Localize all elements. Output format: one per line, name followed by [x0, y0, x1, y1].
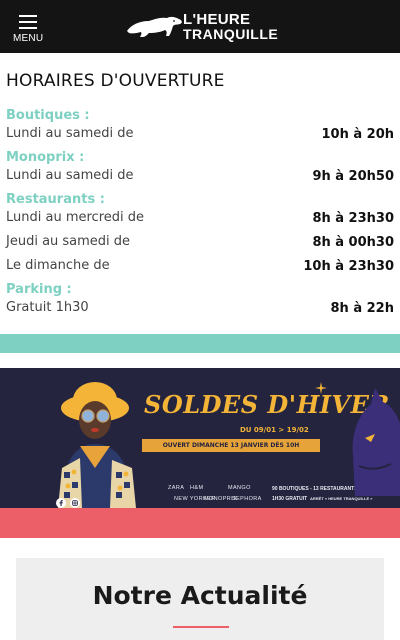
brand-logo: H&M: [190, 485, 204, 491]
panther-logo-icon: [127, 16, 182, 37]
hours-row-day: Gratuit 1h30: [6, 300, 89, 315]
banner-open-notice: OUVERT DIMANCHE 13 JANVIER DÈS 10H: [142, 439, 320, 452]
category-parking: Parking :: [6, 282, 72, 297]
category-boutiques: Boutiques :: [6, 108, 90, 123]
category-monoprix: Monoprix :: [6, 150, 85, 165]
news-title-underline: [173, 626, 229, 628]
banner-stat-parking: 1H30 GRATUIT: [272, 496, 308, 502]
coral-divider-band: [0, 508, 400, 538]
instagram-icon[interactable]: [70, 498, 80, 508]
hours-row-day: Lundi au samedi de: [6, 126, 134, 141]
site-logo[interactable]: L'HEURE TRANQUILLE: [125, 9, 285, 45]
facebook-icon[interactable]: [56, 498, 66, 508]
panther-head-icon: [352, 388, 400, 496]
hours-row-day: Lundi au samedi de: [6, 168, 134, 183]
logo-text-line2: TRANQUILLE: [183, 26, 279, 42]
banner-dates: DU 09/01 > 19/02: [240, 426, 309, 434]
top-header: MENU L'HEURE TRANQUILLE: [0, 0, 400, 53]
hours-row-time: 8h à 23h30: [312, 211, 394, 226]
winter-sales-banner[interactable]: SOLDES D'HIVER DU 09/01 > 19/02 OUVERT D…: [0, 368, 400, 508]
hours-row-time: 10h à 23h30: [303, 259, 394, 274]
hours-row-day: Le dimanche de: [6, 258, 110, 273]
sparkle-icon: [315, 382, 327, 394]
news-section: Notre Actualité: [16, 558, 384, 640]
hours-row-time: 8h à 00h30: [312, 235, 394, 250]
category-restaurants: Restaurants :: [6, 192, 105, 207]
banner-stat-tram: ARRÊT « HEURE TRANQUILLE »: [310, 496, 373, 501]
menu-label: MENU: [13, 33, 44, 44]
brand-logo: MANGO: [228, 485, 251, 491]
opening-hours-title: HORAIRES D'OUVERTURE: [6, 71, 225, 91]
hours-row-day: Jeudi au samedi de: [6, 234, 131, 249]
hours-row-time: 10h à 20h: [321, 127, 394, 142]
menu-button[interactable]: MENU: [8, 10, 48, 46]
hamburger-icon: [19, 15, 37, 29]
teal-divider-band: [0, 334, 400, 353]
news-title: Notre Actualité: [92, 581, 308, 610]
hours-row-day: Lundi au mercredi de: [6, 210, 144, 225]
brand-logo: ZARA: [168, 485, 185, 491]
brand-logo: SEPHORA: [232, 496, 262, 502]
hours-row-time: 8h à 22h: [330, 301, 394, 316]
hours-row-time: 9h à 20h50: [312, 169, 394, 184]
